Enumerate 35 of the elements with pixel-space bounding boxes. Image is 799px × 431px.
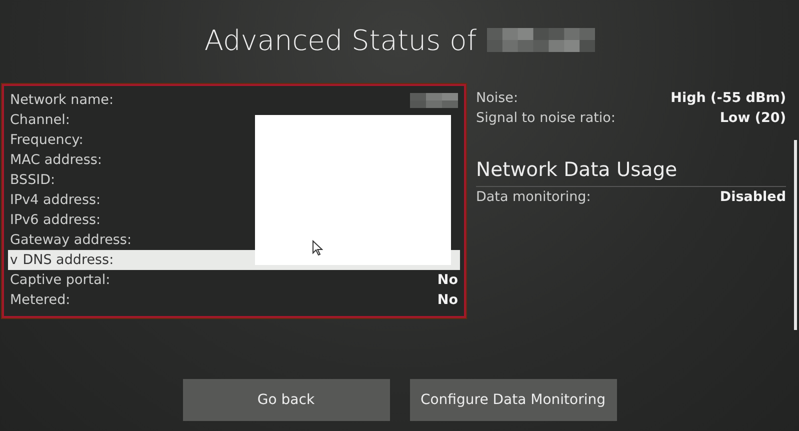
- detail-label: IPv4 address:: [10, 192, 101, 208]
- detail-label: Metered:: [10, 292, 70, 308]
- page-title: Advanced Status of: [204, 24, 477, 56]
- detail-value: No: [437, 292, 458, 308]
- configure-button[interactable]: Configure Data Monitoring: [410, 379, 616, 421]
- scrollbar[interactable]: [794, 140, 797, 330]
- detail-label: BSSID:: [10, 172, 56, 188]
- detail-label: Captive portal:: [10, 272, 110, 288]
- detail-label: IPv6 address:: [10, 212, 101, 228]
- detail-value: No: [437, 272, 458, 288]
- signal-value: High (-55 dBm): [670, 90, 786, 106]
- detail-row[interactable]: IPv4 address:: [8, 190, 460, 210]
- detail-label: MAC address:: [10, 152, 102, 168]
- detail-row[interactable]: Channel:: [8, 110, 460, 130]
- usage-label: Data monitoring:: [476, 189, 591, 205]
- detail-row[interactable]: Network name:: [8, 90, 460, 110]
- detail-row[interactable]: Metered: No: [8, 290, 460, 310]
- detail-row[interactable]: Frequency:: [8, 130, 460, 150]
- detail-row[interactable]: IPv6 address:: [8, 210, 460, 230]
- usage-value: Disabled: [720, 189, 786, 205]
- signal-label: Noise:: [476, 90, 518, 106]
- detail-label: Channel:: [10, 112, 70, 128]
- detail-row[interactable]: MAC address:: [8, 150, 460, 170]
- detail-label: Network name:: [10, 92, 114, 108]
- signal-value: Low (20): [720, 110, 786, 126]
- detail-row[interactable]: Captive portal: No: [8, 270, 460, 290]
- detail-label: Frequency:: [10, 132, 84, 148]
- cursor-icon: [312, 240, 323, 256]
- detail-label: v DNS address:: [10, 252, 114, 268]
- detail-row[interactable]: BSSID:: [8, 170, 460, 190]
- back-button[interactable]: Go back: [182, 379, 390, 421]
- section-heading: Network Data Usage: [476, 158, 786, 187]
- detail-label: Gateway address:: [10, 232, 132, 248]
- detail-row[interactable]: Gateway address:: [8, 230, 460, 250]
- signal-label: Signal to noise ratio:: [476, 110, 616, 126]
